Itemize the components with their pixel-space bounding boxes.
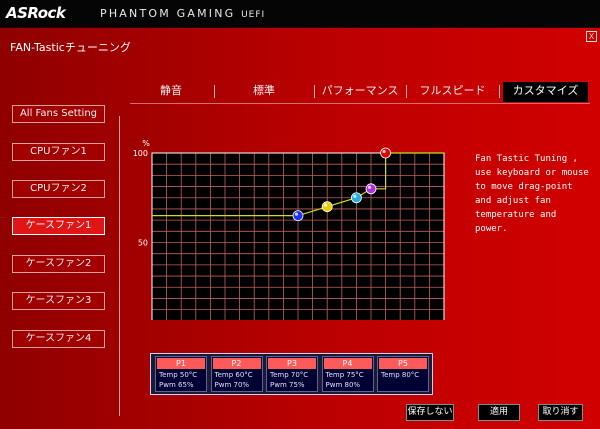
point-temp: Temp 75°C (325, 371, 364, 379)
point-temp: Temp 50°C (159, 371, 198, 379)
point-box-title: P5 (379, 358, 427, 369)
brand-logo: ASRock (6, 4, 66, 22)
point-box-p1[interactable]: P1 Temp 50°C Pwm 65% (155, 356, 207, 392)
drag-point-highlight (353, 194, 357, 198)
drag-point-p1[interactable] (292, 210, 304, 222)
point-box-title: P4 (323, 358, 372, 369)
drag-point-highlight (294, 212, 299, 216)
point-pwm: Pwm 75% (270, 381, 305, 389)
point-box-p5[interactable]: P5 Temp 80°C (377, 356, 429, 392)
point-pwm: Pwm 70% (214, 381, 250, 389)
tab-4[interactable]: フルスピード (410, 82, 495, 102)
point-pwm: Pwm 80% (325, 381, 361, 389)
point-box-p4[interactable]: P4 Temp 75°C Pwm 80% (321, 356, 374, 392)
y-tick-label: 50 (138, 239, 148, 248)
drag-point-highlight (382, 149, 386, 154)
brand-subtitle-text: PHANTOM GAMING (100, 7, 236, 20)
side-button-1[interactable]: All Fans Setting (12, 105, 105, 123)
drag-point-p5[interactable] (380, 147, 392, 159)
tab-5[interactable]: カスタマイズ (503, 82, 588, 102)
description-text: Fan Tastic Tuning , use keyboard or mous… (475, 154, 589, 234)
side-button-6[interactable]: ケースファン3 (12, 292, 105, 310)
tab-separator (406, 85, 407, 98)
discard-button[interactable]: 保存しない (406, 404, 454, 421)
vertical-divider (119, 116, 120, 416)
point-temp: Temp 70°C (270, 371, 309, 379)
point-box-title: P2 (212, 358, 261, 369)
point-pwm: Pwm 65% (159, 381, 194, 389)
tab-1[interactable]: 静音 (133, 82, 209, 102)
cancel-button[interactable]: 取り消す (538, 404, 583, 421)
window-title: FAN-Tasticチューニング (10, 41, 131, 54)
side-button-7[interactable]: ケースファン4 (12, 330, 105, 348)
side-button-4[interactable]: ケースファン1 (12, 217, 105, 235)
y-unit-label: % (142, 139, 150, 148)
close-button[interactable]: X (586, 31, 597, 42)
drag-point-highlight (324, 203, 328, 207)
y-tick-label: 100 (133, 149, 148, 158)
top-bar: ASRock PHANTOM GAMING UEFI (0, 0, 600, 28)
point-box-p2[interactable]: P2 Temp 60°C Pwm 70% (210, 356, 263, 392)
drag-point-highlight (367, 185, 372, 189)
tab-underline (130, 103, 590, 104)
point-box-p3[interactable]: P3 Temp 70°C Pwm 75% (266, 356, 318, 392)
brand-uefi: UEFI (241, 10, 266, 20)
apply-button[interactable]: 適用 (478, 404, 520, 421)
side-button-2[interactable]: CPUファン1 (12, 143, 105, 161)
tab-separator (214, 85, 215, 98)
drag-point-p4[interactable] (365, 183, 377, 195)
point-info-panel: P1 Temp 50°C Pwm 65% P2 Temp 60°C Pwm 70% P3 Te… (150, 353, 433, 395)
drag-point-p2[interactable] (321, 201, 333, 213)
tab-2[interactable]: 標準 (218, 82, 310, 102)
tab-separator (499, 85, 500, 98)
side-button-5[interactable]: ケースファン2 (12, 255, 105, 273)
tab-separator (314, 85, 315, 98)
point-box-title: P3 (268, 358, 316, 369)
point-temp: Temp 60°C (214, 371, 253, 379)
drag-point-p3[interactable] (350, 192, 362, 204)
brand-subtitle: PHANTOM GAMING UEFI (100, 7, 265, 20)
side-button-3[interactable]: CPUファン2 (12, 180, 105, 198)
fan-curve-chart[interactable]: 10050%0255075100°C (130, 110, 460, 320)
point-temp: Temp 80°C (381, 371, 420, 379)
point-box-title: P1 (157, 358, 205, 369)
tab-3[interactable]: パフォーマンス (318, 82, 402, 102)
